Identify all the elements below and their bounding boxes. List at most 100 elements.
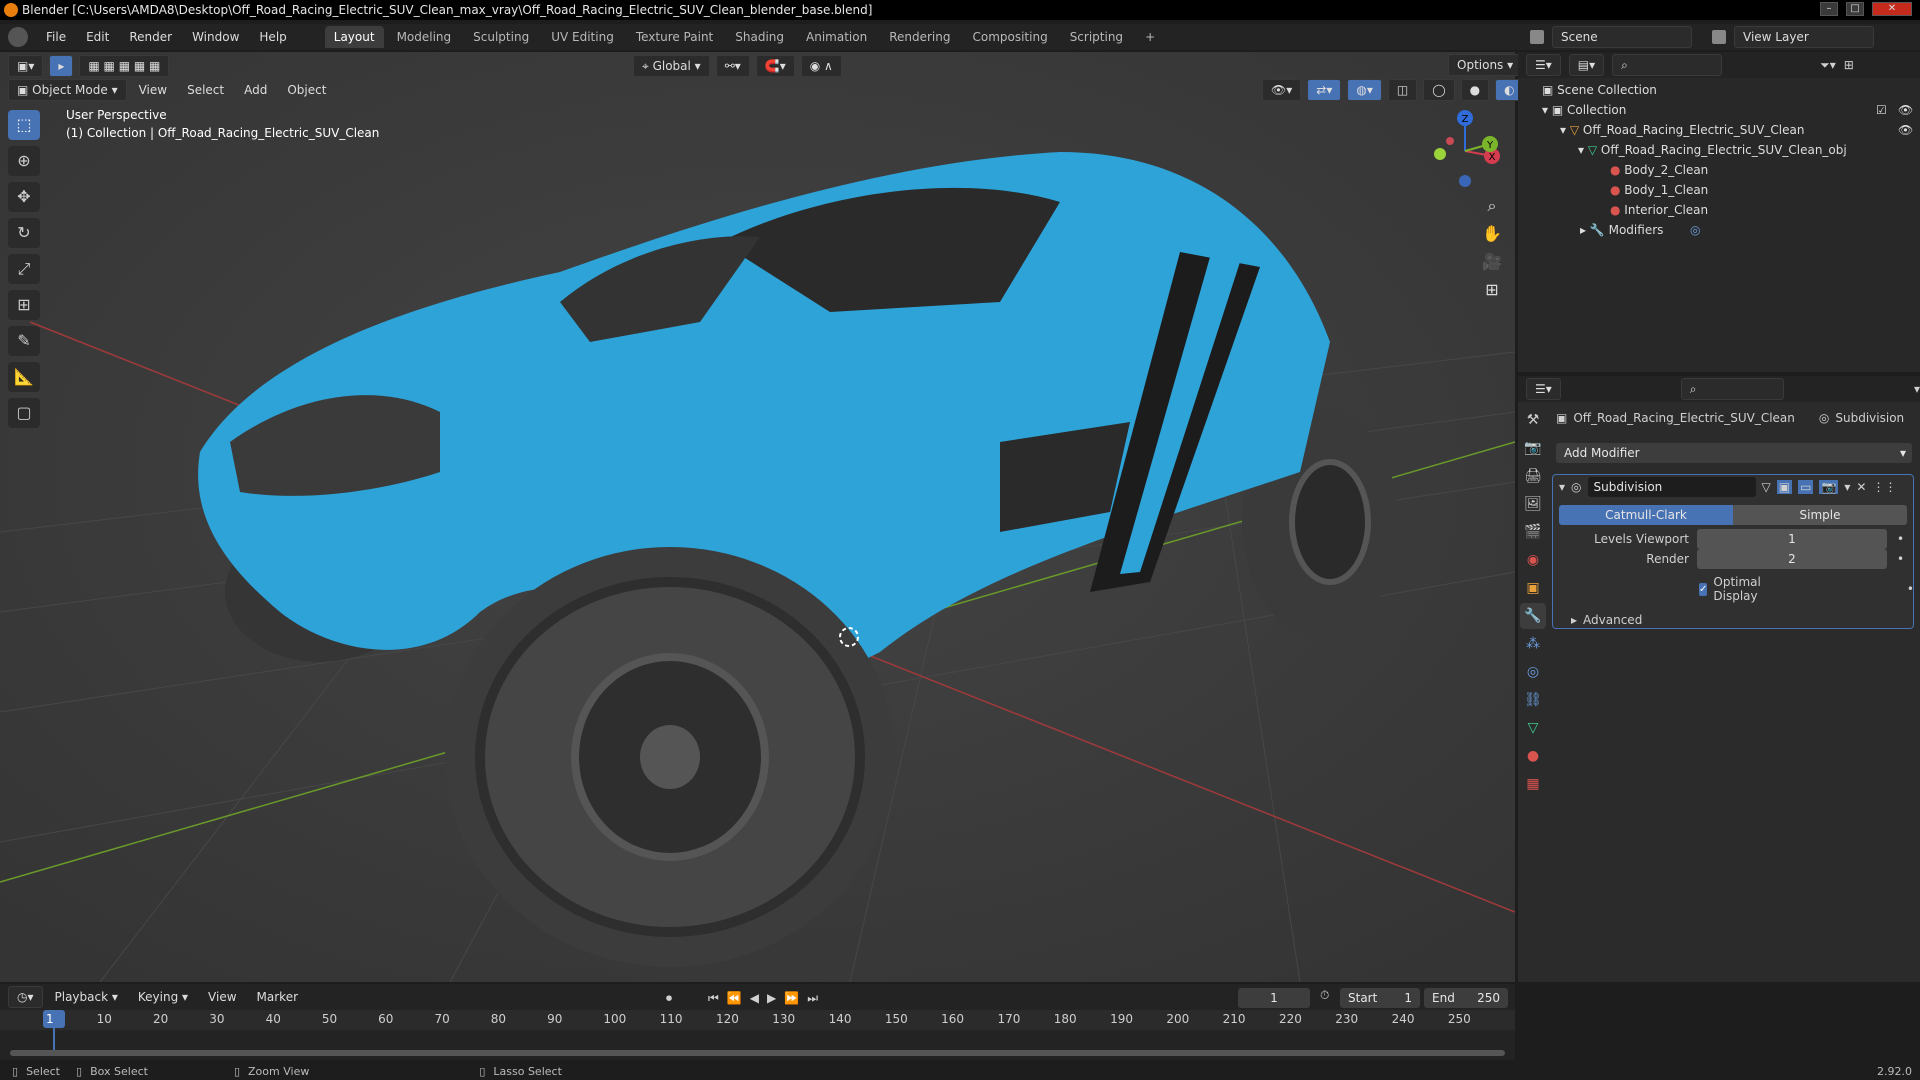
scale-tool[interactable]: ⤢ xyxy=(8,254,40,284)
menu-help[interactable]: Help xyxy=(251,26,294,48)
tab-uv-editing[interactable]: UV Editing xyxy=(542,26,623,48)
pivot-point-dropdown[interactable]: ⚯▾ xyxy=(715,55,750,77)
close-button[interactable]: ✕ xyxy=(1872,2,1912,16)
tab-sculpting[interactable]: Sculpting xyxy=(464,26,538,48)
rotate-tool[interactable]: ↻ xyxy=(8,218,40,248)
jump-start-icon[interactable]: ⏮ xyxy=(708,991,719,1006)
snap-toggle[interactable]: 🧲▾ xyxy=(755,55,795,77)
collapse-arrow-icon[interactable]: ▾ xyxy=(1559,480,1565,494)
viewport-menu-add[interactable]: Add xyxy=(236,79,275,101)
view-layer-tab-icon[interactable]: 🖼 xyxy=(1520,491,1546,517)
play-icon[interactable]: ▶ xyxy=(767,991,776,1005)
output-tab-icon[interactable]: 🖨 xyxy=(1520,463,1546,489)
object-mode-dropdown[interactable]: ▣ Object Mode ▾ xyxy=(8,79,127,101)
chevron-down-icon[interactable]: ▾ xyxy=(1914,382,1920,396)
scene-tab-icon[interactable]: 🎬 xyxy=(1520,519,1546,545)
world-tab-icon[interactable]: ◉ xyxy=(1520,547,1546,573)
keyframe-dot-icon[interactable]: • xyxy=(1907,582,1914,596)
record-icon[interactable]: ⏺ xyxy=(666,991,672,1006)
viewport-menu-object[interactable]: Object xyxy=(279,79,334,101)
optimal-display-checkbox[interactable]: ✓ xyxy=(1699,582,1708,596)
overlays-toggle[interactable]: ◍▾ xyxy=(1347,79,1382,101)
catmull-clark-button[interactable]: Catmull-Clark xyxy=(1559,505,1733,525)
advanced-section[interactable]: ▸ Advanced xyxy=(1553,613,1913,627)
tab-compositing[interactable]: Compositing xyxy=(963,26,1056,48)
outliner-editor-type[interactable]: ☰▾ xyxy=(1526,54,1561,76)
keyframe-dot-icon[interactable]: • xyxy=(1897,552,1904,566)
tab-animation[interactable]: Animation xyxy=(797,26,876,48)
navigation-gizmo[interactable]: Z X Y xyxy=(1420,106,1510,196)
menu-render[interactable]: Render xyxy=(121,26,180,48)
outliner-material-item[interactable]: ● Interior_Clean xyxy=(1518,200,1920,220)
close-icon[interactable]: ✕ xyxy=(1856,480,1866,494)
gizmo-toggle[interactable]: ⇄▾ xyxy=(1307,79,1342,101)
eye-icon[interactable]: 👁 xyxy=(1898,120,1913,140)
tab-layout[interactable]: Layout xyxy=(324,26,384,48)
expand-arrow-icon[interactable]: ▾ xyxy=(1542,103,1552,117)
properties-search[interactable]: ⌕ xyxy=(1680,378,1784,400)
minimize-button[interactable]: – xyxy=(1820,2,1838,16)
measure-tool[interactable]: 📐 xyxy=(8,362,40,392)
shading-solid[interactable]: ● xyxy=(1460,79,1490,101)
timeline-menu-keying[interactable]: Keying ▾ xyxy=(130,986,196,1008)
xray-toggle[interactable]: ◫ xyxy=(1387,79,1418,101)
cage-toggle-icon[interactable]: ▣ xyxy=(1776,480,1793,494)
modifier-tab-icon[interactable]: 🔧 xyxy=(1520,603,1546,629)
keyframe-dot-icon[interactable]: • xyxy=(1897,532,1904,546)
properties-editor-type[interactable]: ☰▾ xyxy=(1526,378,1561,400)
outliner-material-item[interactable]: ● Body_2_Clean xyxy=(1518,160,1920,180)
editor-type-button[interactable]: ▣▾ xyxy=(8,55,44,77)
constraints-tab-icon[interactable]: ⛓ xyxy=(1520,687,1546,713)
viewport-toggle-icon[interactable]: ▭ xyxy=(1798,480,1814,494)
physics-tab-icon[interactable]: ◎ xyxy=(1520,659,1546,685)
play-reverse-icon[interactable]: ◀ xyxy=(750,991,759,1005)
eye-icon[interactable]: 👁 xyxy=(1898,100,1913,120)
material-tab-icon[interactable]: ● xyxy=(1520,743,1546,769)
data-tab-icon[interactable]: ▽ xyxy=(1520,715,1546,741)
expand-arrow-icon[interactable]: ▸ xyxy=(1580,223,1590,237)
shading-wireframe[interactable]: ◯ xyxy=(1423,79,1455,101)
edit-mode-toggle-icon[interactable]: ▽ xyxy=(1762,480,1771,494)
add-modifier-dropdown[interactable]: Add Modifier ▾ xyxy=(1556,443,1912,463)
render-toggle-icon[interactable]: 📷 xyxy=(1819,480,1839,494)
menu-edit[interactable]: Edit xyxy=(78,26,117,48)
tool-tab-icon[interactable]: ⚒ xyxy=(1520,407,1546,433)
jump-end-icon[interactable]: ⏭ xyxy=(807,991,818,1006)
visibility-dropdown[interactable]: 👁▾ xyxy=(1262,79,1302,101)
camera-view-button[interactable]: 🎥 xyxy=(1478,248,1506,276)
blender-menu-icon[interactable] xyxy=(8,27,28,47)
pan-view-button[interactable]: ✋ xyxy=(1478,220,1506,248)
levels-viewport-field[interactable]: 1 xyxy=(1697,529,1887,549)
simple-button[interactable]: Simple xyxy=(1733,505,1907,525)
start-frame-field[interactable]: Start 1 xyxy=(1340,988,1420,1008)
toggle-perspective-button[interactable]: ⊞ xyxy=(1478,276,1506,304)
current-frame-field[interactable]: 1 xyxy=(1238,988,1310,1008)
modifier-name-field[interactable]: Subdivision xyxy=(1587,477,1756,497)
chevron-down-icon[interactable]: ▾ xyxy=(1844,480,1850,494)
tab-texture-paint[interactable]: Texture Paint xyxy=(627,26,722,48)
new-collection-icon[interactable]: ⊞ xyxy=(1844,58,1854,72)
outliner-mesh[interactable]: ▾ ▽ Off_Road_Racing_Electric_SUV_Clean_o… xyxy=(1518,140,1920,160)
scene-selector[interactable]: Scene xyxy=(1552,26,1692,48)
outliner-collection[interactable]: ▾ ▣ Collection ☑ 👁 xyxy=(1518,100,1920,120)
transform-orientation-dropdown[interactable]: ⌖ Global ▾ xyxy=(633,55,710,77)
collection-checkbox[interactable]: ☑ xyxy=(1876,100,1887,120)
add-workspace-button[interactable]: + xyxy=(1136,26,1164,48)
drag-handle-icon[interactable]: ⋮⋮ xyxy=(1872,480,1896,494)
expand-arrow-icon[interactable]: ▾ xyxy=(1560,123,1570,137)
jump-keyframe-back-icon[interactable]: ⏪ xyxy=(727,991,742,1005)
end-frame-field[interactable]: End 250 xyxy=(1424,988,1508,1008)
cursor-tool[interactable]: ⊕ xyxy=(8,146,40,176)
transform-tool[interactable]: ⊞ xyxy=(8,290,40,320)
outliner-search[interactable]: ⌕ xyxy=(1612,54,1723,76)
move-tool[interactable]: ✥ xyxy=(8,182,40,212)
render-levels-field[interactable]: 2 xyxy=(1697,549,1887,569)
3d-viewport[interactable] xyxy=(0,52,1515,982)
tab-modeling[interactable]: Modeling xyxy=(388,26,461,48)
proportional-editing-toggle[interactable]: ◉ ∧ xyxy=(800,55,842,77)
options-dropdown[interactable]: Options ▾ xyxy=(1448,54,1523,76)
timeline-menu-view[interactable]: View xyxy=(200,986,244,1008)
view-layer-selector[interactable]: View Layer xyxy=(1734,26,1874,48)
box-select-modes[interactable]: ▦ ▦ ▦ ▦ ▦ xyxy=(79,55,170,77)
timeline-menu-playback[interactable]: Playback ▾ xyxy=(47,986,126,1008)
